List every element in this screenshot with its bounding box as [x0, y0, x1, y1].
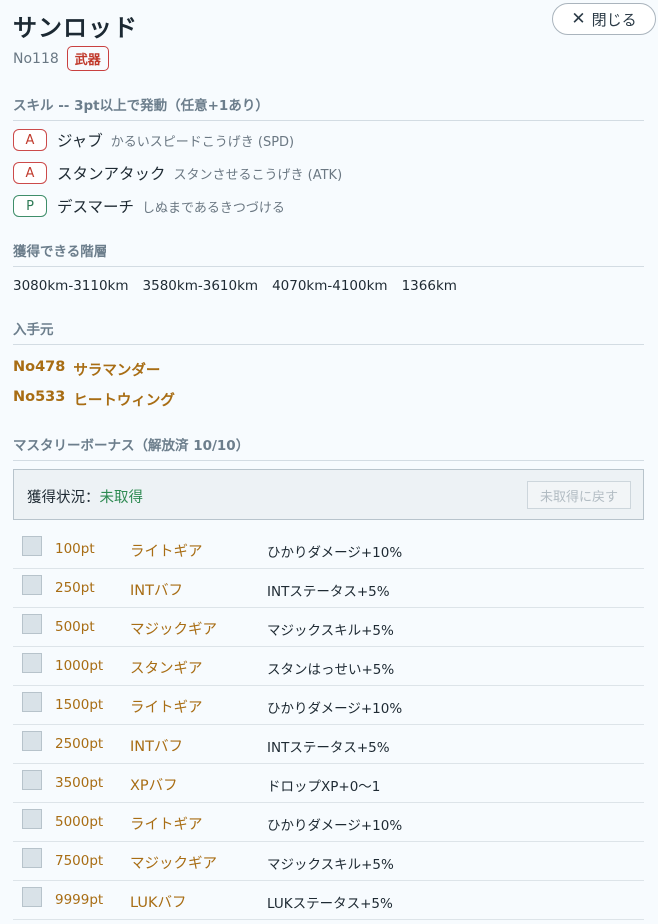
- mastery-effect: ドロップXP+0〜1: [267, 779, 381, 795]
- mastery-points: 2500pt: [55, 736, 104, 752]
- skill-name: ジャブ: [57, 132, 103, 150]
- source-number: No478: [13, 359, 66, 375]
- mastery-row: 250pt INTバフ INTステータス+5%: [13, 569, 644, 608]
- close-button[interactable]: ✕ 閉じる: [552, 3, 656, 35]
- skill-name: スタンアタック: [57, 165, 166, 183]
- mastery-points: 9999pt: [55, 892, 104, 908]
- active-skill-badge: A: [13, 162, 47, 184]
- mastery-effect: ひかりダメージ+10%: [267, 818, 403, 834]
- floor-range: 1366km: [401, 278, 457, 294]
- status-value: 未取得: [99, 490, 144, 506]
- mastery-points: 7500pt: [55, 853, 104, 869]
- mastery-effect: ひかりダメージ+10%: [267, 545, 403, 561]
- mastery-points: 1500pt: [55, 697, 104, 713]
- skill-row: A スタンアタック スタンさせるこうげき (ATK): [13, 162, 342, 184]
- mastery-effect: マジックスキル+5%: [267, 857, 394, 873]
- skill-name: デスマーチ: [57, 198, 135, 216]
- mastery-points: 250pt: [55, 580, 95, 596]
- category-badge: 武器: [66, 46, 109, 71]
- source-number: No533: [13, 389, 66, 405]
- source-link[interactable]: No478 サラマンダー: [13, 359, 160, 380]
- skill-row: P デスマーチ しぬまであるきつづける: [13, 195, 285, 217]
- mastery-checkbox[interactable]: [22, 809, 42, 829]
- mastery-points: 100pt: [55, 541, 95, 557]
- mastery-bonus-name: LUKバフ: [130, 895, 187, 911]
- mastery-row: 500pt マジックギア マジックスキル+5%: [13, 608, 644, 647]
- mastery-effect: スタンはっせい+5%: [267, 662, 395, 678]
- skill-description: かるいスピードこうげき (SPD): [110, 134, 295, 150]
- mastery-bonus-name: ライトギア: [130, 544, 203, 560]
- status-label: 獲得状況：: [27, 490, 100, 506]
- mastery-heading: マスタリーボーナス（解放済 10/10）: [13, 434, 644, 461]
- skills-heading: スキル -- 3pt以上で発動（任意+1あり）: [13, 94, 644, 121]
- mastery-row: 5000pt ライトギア ひかりダメージ+10%: [13, 803, 644, 842]
- source-link[interactable]: No533 ヒートウィング: [13, 389, 175, 410]
- mastery-effect: マジックスキル+5%: [267, 623, 394, 639]
- mastery-row: 1500pt ライトギア ひかりダメージ+10%: [13, 686, 644, 725]
- passive-skill-badge: P: [13, 195, 47, 217]
- active-skill-badge: A: [13, 129, 47, 151]
- skill-description: スタンさせるこうげき (ATK): [173, 167, 343, 183]
- mastery-checkbox[interactable]: [22, 653, 42, 673]
- close-icon: ✕: [571, 8, 586, 29]
- mastery-row: 100pt ライトギア ひかりダメージ+10%: [13, 530, 644, 569]
- mastery-bonus-name: ライトギア: [130, 700, 203, 716]
- item-number: No118: [13, 50, 59, 67]
- mastery-bonus-name: INTバフ: [130, 583, 183, 599]
- page-title: サンロッド: [13, 14, 138, 42]
- floor-range: 4070km-4100km: [272, 278, 388, 294]
- mastery-row: 1000pt スタンギア スタンはっせい+5%: [13, 647, 644, 686]
- mastery-row: 3500pt XPバフ ドロップXP+0〜1: [13, 764, 644, 803]
- mastery-checkbox[interactable]: [22, 536, 42, 556]
- mastery-bonus-name: INTバフ: [130, 739, 183, 755]
- mastery-effect: INTステータス+5%: [267, 740, 390, 756]
- floor-range: 3080km-3110km: [13, 278, 129, 294]
- source-name: サラマンダー: [73, 363, 161, 379]
- mastery-points: 1000pt: [55, 658, 104, 674]
- mastery-effect: ひかりダメージ+10%: [267, 701, 403, 717]
- mastery-bonus-name: XPバフ: [130, 778, 178, 794]
- skill-description: しぬまであるきつづける: [142, 200, 285, 216]
- mastery-row: 2500pt INTバフ INTステータス+5%: [13, 725, 644, 764]
- reset-button[interactable]: 未取得に戻す: [527, 481, 631, 509]
- item-meta: No118 武器: [13, 46, 109, 71]
- mastery-bonus-name: マジックギア: [130, 622, 217, 638]
- acquisition-status-box: 獲得状況：未取得 未取得に戻す: [13, 469, 644, 520]
- mastery-checkbox[interactable]: [22, 575, 42, 595]
- sources-heading: 入手元: [13, 318, 644, 345]
- acquisition-status: 獲得状況：未取得: [27, 486, 143, 507]
- floor-range: 3580km-3610km: [142, 278, 259, 294]
- close-button-label: 閉じる: [591, 10, 637, 29]
- mastery-checkbox[interactable]: [22, 887, 42, 907]
- mastery-checkbox[interactable]: [22, 770, 42, 790]
- mastery-row: 9999pt LUKバフ LUKステータス+5%: [13, 881, 644, 920]
- mastery-checkbox[interactable]: [22, 731, 42, 751]
- mastery-checkbox[interactable]: [22, 614, 42, 634]
- mastery-checkbox[interactable]: [22, 848, 42, 868]
- mastery-bonus-name: マジックギア: [130, 856, 217, 872]
- mastery-effect: LUKステータス+5%: [267, 896, 393, 912]
- mastery-row: 7500pt マジックギア マジックスキル+5%: [13, 842, 644, 881]
- mastery-points: 500pt: [55, 619, 95, 635]
- mastery-bonus-name: ライトギア: [130, 817, 203, 833]
- source-name: ヒートウィング: [73, 393, 175, 409]
- mastery-effect: INTステータス+5%: [267, 584, 390, 600]
- mastery-points: 3500pt: [55, 775, 104, 791]
- mastery-points: 5000pt: [55, 814, 104, 830]
- floor-list: 3080km-3110km 3580km-3610km 4070km-4100k…: [13, 278, 457, 294]
- mastery-bonus-name: スタンギア: [130, 661, 203, 677]
- floors-heading: 獲得できる階層: [13, 240, 644, 267]
- mastery-checkbox[interactable]: [22, 692, 42, 712]
- skill-row: A ジャブ かるいスピードこうげき (SPD): [13, 129, 294, 151]
